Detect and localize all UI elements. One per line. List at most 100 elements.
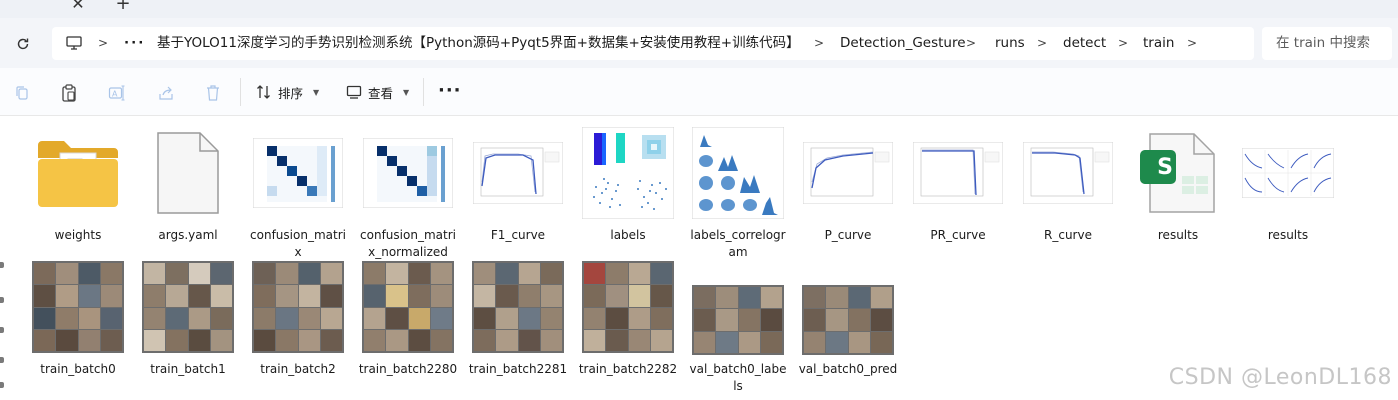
nav-pane-pin-icon[interactable] [0,262,4,268]
image-thumbnail [26,259,130,355]
file-label: labels [610,228,646,242]
file-item-r-curve[interactable]: R_curve [1016,125,1120,244]
command-bar: A 排序 ▼ 查看 ▼ ··· [0,68,1398,116]
image-thumbnail [246,125,350,221]
file-label: labels_correlogram [690,228,786,259]
image-thumbnail [466,259,570,355]
rename-icon[interactable]: A [106,82,128,104]
file-label: confusion_matrix [250,228,346,259]
search-input[interactable]: 在 train 中搜索 [1262,27,1392,60]
file-label: train_batch1 [150,362,226,376]
image-thumbnail [906,125,1010,221]
file-label: args.yaml [158,228,218,242]
tab-close-icon[interactable]: ✕ [68,0,88,14]
chevron-down-icon: ▼ [403,87,410,97]
view-label: 查看 [368,85,394,101]
blank-file-icon [136,125,240,221]
file-item-train-batch2[interactable]: train_batch2 [246,259,350,378]
watermark: CSDN @LeonDL168 [1168,365,1392,390]
file-label: train_batch2281 [468,362,568,376]
file-item-train-batch2281[interactable]: train_batch2281 [466,259,570,378]
more-options-button[interactable]: ··· [438,80,462,101]
paste-icon[interactable] [58,82,80,104]
file-label: results [1157,228,1199,242]
sort-icon [257,85,270,99]
view-icon [346,85,362,99]
refresh-icon[interactable] [11,33,35,55]
this-pc-icon[interactable] [62,32,86,54]
breadcrumb[interactable]: > ··· 基于YOLO11深度学习的手势识别检测系统【Python源码+Pyq… [52,27,1254,60]
address-bar: > ··· 基于YOLO11深度学习的手势识别检测系统【Python源码+Pyq… [0,18,1398,68]
file-item-pr-curve[interactable]: PR_curve [906,125,1010,244]
sort-button[interactable]: 排序 ▼ [256,79,319,105]
breadcrumb-item-project[interactable]: 基于YOLO11深度学习的手势识别检测系统【Python源码+Pyqt5界面+数… [157,27,800,60]
image-thumbnail [796,125,900,221]
breadcrumb-overflow-button[interactable]: ··· [124,27,145,60]
new-tab-icon[interactable]: + [113,0,133,14]
folder-icon [26,125,130,221]
file-item-train-batch0[interactable]: train_batch0 [26,259,130,378]
nav-pane-pin-icon[interactable] [0,327,4,333]
toolbar-divider [240,78,241,106]
nav-pane-pin-icon[interactable] [0,382,4,388]
file-item-args-yaml[interactable]: args.yaml [136,125,240,244]
tab-strip: ✕ + [0,0,1398,18]
breadcrumb-chevron-icon[interactable]: > [97,27,109,60]
chevron-down-icon: ▼ [313,87,320,97]
file-label: R_curve [1044,228,1092,242]
breadcrumb-chevron-icon[interactable]: > [965,27,977,60]
file-label: P_curve [824,228,872,242]
image-thumbnail [686,259,790,355]
image-thumbnail [136,259,240,355]
file-item-val-batch0-pred[interactable]: val_batch0_pred [796,259,900,378]
file-view: weights args.yaml confusion_matrix confu… [0,117,1398,400]
file-label: weights [54,228,102,242]
share-icon[interactable] [155,82,177,104]
file-label: F1_curve [490,228,546,242]
file-item-train-batch2282[interactable]: train_batch2282 [576,259,680,378]
file-item-f1-curve[interactable]: F1_curve [466,125,570,244]
image-thumbnail [576,125,680,221]
breadcrumb-chevron-icon[interactable]: > [813,27,825,60]
file-item-confusion-matrix[interactable]: confusion_matrix [246,125,350,261]
file-item-results-csv[interactable]: S results [1126,125,1230,244]
breadcrumb-chevron-icon[interactable]: > [1186,27,1198,60]
file-item-confusion-matrix-normalized[interactable]: confusion_matrix_normalized [356,125,460,261]
breadcrumb-item-detect[interactable]: detect [1063,27,1106,60]
breadcrumb-chevron-icon[interactable]: > [1036,27,1048,60]
file-label: results [1267,228,1309,242]
file-item-train-batch2280[interactable]: train_batch2280 [356,259,460,378]
view-button[interactable]: 查看 ▼ [346,79,409,105]
file-item-labels[interactable]: labels [576,125,680,244]
breadcrumb-item-train[interactable]: train [1143,27,1174,60]
image-thumbnail [356,125,460,221]
nav-pane-pin-icon[interactable] [0,297,4,303]
breadcrumb-item-detection-gesture[interactable]: Detection_Gesture [840,27,966,60]
file-label: val_batch0_pred [798,362,898,376]
image-thumbnail [356,259,460,355]
file-item-weights[interactable]: weights [26,125,130,244]
image-thumbnail [1236,125,1340,221]
breadcrumb-item-runs[interactable]: runs [995,27,1025,60]
image-thumbnail [686,125,790,221]
file-item-results-png[interactable]: results [1236,125,1340,244]
file-item-train-batch1[interactable]: train_batch1 [136,259,240,378]
copy-icon[interactable] [11,82,33,104]
file-label: PR_curve [930,228,986,242]
delete-icon[interactable] [202,82,224,104]
nav-pane-pin-icon[interactable] [0,357,4,363]
breadcrumb-chevron-icon[interactable]: > [1117,27,1129,60]
file-item-val-batch0-labels[interactable]: val_batch0_labels [686,259,790,395]
image-thumbnail [1016,125,1120,221]
image-thumbnail [246,259,350,355]
svg-text:A: A [112,90,118,99]
file-label: confusion_matrix_normalized [360,228,456,259]
spreadsheet-letter: S [1157,155,1173,180]
image-thumbnail [466,125,570,221]
file-item-labels-correlogram[interactable]: labels_correlogram [686,125,790,261]
file-label: train_batch2 [260,362,336,376]
file-item-p-curve[interactable]: P_curve [796,125,900,244]
file-label: val_batch0_labels [689,362,787,393]
spreadsheet-icon: S [1126,125,1230,221]
image-thumbnail [576,259,680,355]
